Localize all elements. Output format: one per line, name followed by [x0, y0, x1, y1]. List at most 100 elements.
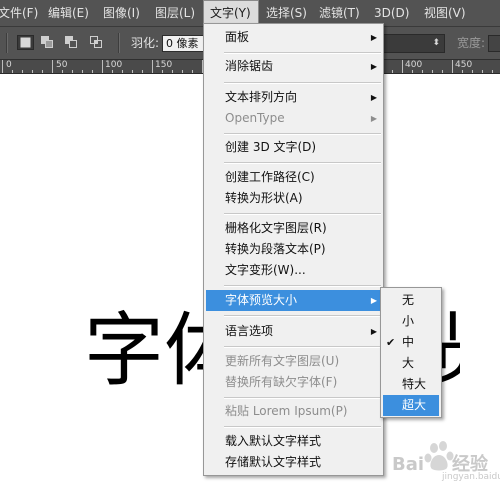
menu-item-label: 文本排列方向	[225, 90, 298, 104]
width-label: 宽度:	[457, 36, 486, 50]
ruler-tick	[172, 70, 173, 73]
menu-item-warp-text[interactable]: 文字变形(W)...	[206, 260, 381, 281]
submenu-item-none[interactable]: 无	[383, 290, 439, 311]
add-selection-button[interactable]	[39, 35, 56, 50]
menu-separator	[224, 82, 381, 84]
submenu-item-huge[interactable]: 超大	[383, 395, 439, 416]
menu-item-save-default-type-styles[interactable]: 存储默认文字样式	[206, 452, 381, 473]
submenu-arrow-icon: ▶	[370, 114, 377, 123]
menu-item-label: 语言选项	[225, 324, 274, 338]
menu-item-create-work-path[interactable]: 创建工作路径(C)	[206, 167, 381, 188]
menu-item-label: 文字变形(W)...	[225, 263, 306, 277]
menu-item-label: OpenType	[225, 111, 285, 125]
ruler-tick	[22, 70, 23, 73]
submenu-item-label: 中	[402, 335, 415, 349]
ruler-tick	[102, 60, 103, 73]
menu-item-text-orientation[interactable]: 文本排列方向 ▶	[206, 87, 381, 108]
ruler-tick	[462, 70, 463, 73]
menu-separator	[224, 315, 381, 317]
menu-item-convert-to-paragraph[interactable]: 转换为段落文本(P)	[206, 239, 381, 260]
watermark-brand-text: Bai	[392, 454, 425, 475]
menu-item-load-default-type-styles[interactable]: 载入默认文字样式	[206, 431, 381, 452]
ruler-tick	[162, 70, 163, 73]
new-selection-button[interactable]	[17, 35, 34, 50]
menu-item-panels[interactable]: 面板 ▶	[206, 27, 381, 48]
ruler-label: 100	[105, 60, 123, 70]
ruler-tick	[142, 70, 143, 73]
menu-image[interactable]: 图像(I)	[103, 0, 140, 27]
ruler-tick	[422, 70, 423, 73]
menu-item-language-options[interactable]: 语言选项 ▶	[206, 321, 381, 342]
menu-separator	[224, 52, 381, 54]
menu-edit[interactable]: 编辑(E)	[48, 0, 89, 27]
menu-item-label: 栅格化文字图层(R)	[225, 221, 327, 235]
intersect-selection-button[interactable]	[88, 35, 105, 50]
ruler-tick	[152, 60, 153, 73]
menu-item-font-preview-size[interactable]: 字体预览大小 ▶	[206, 290, 381, 311]
ruler-tick	[12, 70, 13, 73]
menu-item-create-3d-text[interactable]: 创建 3D 文字(D)	[206, 137, 381, 158]
intersect-selection-icon	[90, 36, 102, 48]
ruler-label: 150	[155, 60, 173, 70]
submenu-item-large[interactable]: 大	[383, 353, 439, 374]
menu-item-label: 载入默认文字样式	[225, 434, 322, 448]
menu-item-convert-to-shape[interactable]: 转换为形状(A)	[206, 188, 381, 209]
menu-item-opentype[interactable]: OpenType ▶	[206, 108, 381, 129]
ruler-tick	[92, 70, 93, 73]
menu-item-label: 创建工作路径(C)	[225, 170, 315, 184]
menu-item-rasterize-type-layer[interactable]: 栅格化文字图层(R)	[206, 218, 381, 239]
ruler-tick	[472, 70, 473, 73]
menu-item-label: 转换为形状(A)	[225, 191, 303, 205]
width-input[interactable]	[488, 35, 500, 52]
menu-item-label: 面板	[225, 30, 250, 44]
subtract-selection-button[interactable]	[63, 35, 80, 50]
menu-item-paste-lorem-ipsum[interactable]: 粘贴 Lorem Ipsum(P)	[206, 401, 381, 422]
submenu-arrow-icon: ▶	[370, 296, 377, 305]
ruler-tick	[132, 70, 133, 73]
options-divider	[118, 33, 120, 53]
type-menu-dropdown: 面板 ▶ 消除锯齿 ▶ 文本排列方向 ▶ OpenType ▶ 创建 3D 文字…	[203, 23, 384, 476]
add-selection-icon	[41, 36, 53, 48]
menu-view[interactable]: 视图(V)	[424, 0, 466, 27]
ruler-tick	[122, 70, 123, 73]
ruler-tick	[432, 70, 433, 73]
ruler-tick	[32, 70, 33, 73]
options-divider	[6, 33, 8, 53]
ruler-label: 0	[6, 60, 12, 70]
ruler-tick	[112, 70, 113, 73]
menu-item-label: 存储默认文字样式	[225, 455, 322, 469]
menu-item-replace-missing-fonts[interactable]: 替换所有缺欠字体(F)	[206, 372, 381, 393]
menu-item-label: 转换为段落文本(P)	[225, 242, 326, 256]
ruler-label: 450	[455, 60, 473, 70]
menu-item-update-all-text-layers[interactable]: 更新所有文字图层(U)	[206, 351, 381, 372]
submenu-item-small[interactable]: 小	[383, 311, 439, 332]
watermark-url: jingyan.baidu.com	[442, 472, 500, 482]
submenu-arrow-icon: ▶	[370, 62, 377, 71]
submenu-item-label: 大	[402, 356, 415, 370]
ruler-tick	[72, 70, 73, 73]
menu-separator	[224, 213, 381, 215]
menu-separator	[224, 426, 381, 428]
ruler-tick	[392, 70, 393, 73]
ruler-tick	[42, 70, 43, 73]
ruler-tick	[452, 60, 453, 73]
menu-item-label: 替换所有缺欠字体(F)	[225, 375, 338, 389]
menu-item-label: 更新所有文字图层(U)	[225, 354, 340, 368]
menu-separator	[224, 346, 381, 348]
menu-item-label: 字体预览大小	[225, 293, 298, 307]
menu-item-label: 创建 3D 文字(D)	[225, 140, 317, 154]
submenu-arrow-icon: ▶	[370, 93, 377, 102]
submenu-item-extra-large[interactable]: 特大	[383, 374, 439, 395]
subtract-selection-icon	[65, 36, 77, 48]
ruler-tick	[82, 70, 83, 73]
menu-separator	[224, 133, 381, 135]
menu-file[interactable]: 文件(F)	[0, 0, 38, 27]
checkmark-icon: ✔	[386, 336, 396, 349]
ruler-tick	[412, 70, 413, 73]
menu-item-anti-alias[interactable]: 消除锯齿 ▶	[206, 56, 381, 77]
chevron-updown-icon: ⬍	[432, 38, 440, 48]
feather-input[interactable]: 0 像素	[162, 35, 204, 52]
font-preview-size-submenu: 无 小 ✔ 中 大 特大 超大	[380, 287, 442, 418]
submenu-item-medium[interactable]: ✔ 中	[383, 332, 439, 353]
menu-layer[interactable]: 图层(L)	[155, 0, 195, 27]
